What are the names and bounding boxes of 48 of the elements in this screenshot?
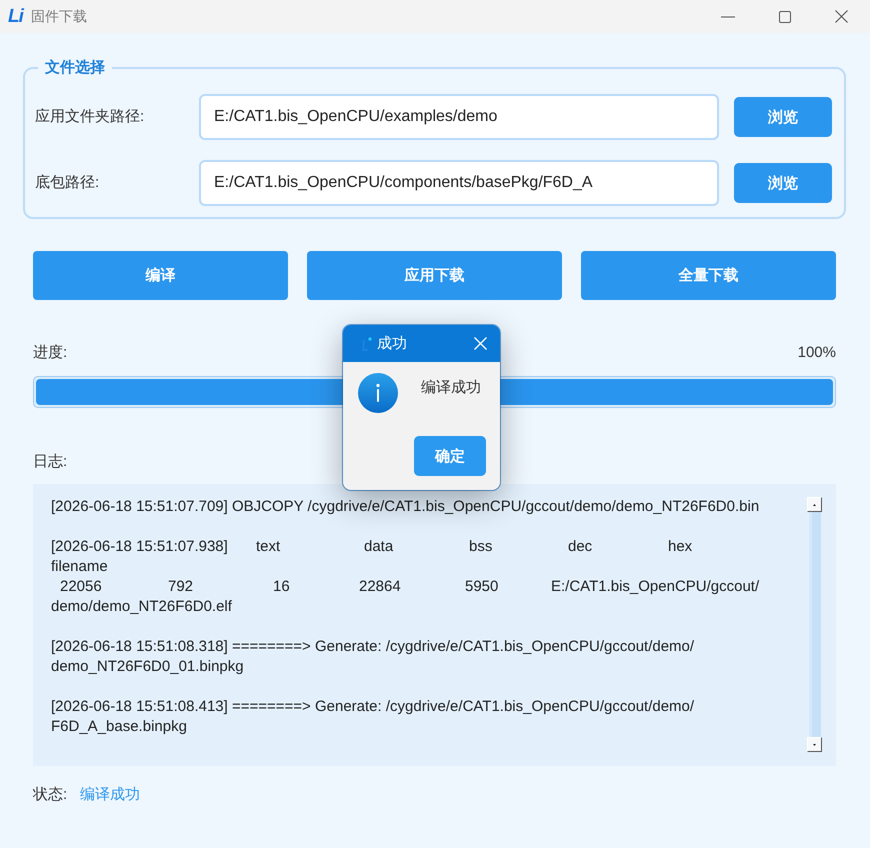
caret-up-icon (813, 504, 816, 506)
log-column-text: [2026-06-18 15:51:07.938] (51, 537, 229, 557)
log-column-text: 22056 (60, 577, 103, 597)
ok-button[interactable]: 确定 (414, 436, 486, 476)
maximize-icon[interactable] (778, 10, 790, 22)
scroll-up-button[interactable] (807, 497, 822, 512)
log-column-text: dec (568, 537, 594, 557)
app-logo: Li (8, 7, 23, 26)
action-button[interactable]: 全量下载 (581, 251, 836, 300)
log-line: F6D_A_base.binpkg (51, 717, 188, 737)
progress-reading: 100% (798, 343, 836, 363)
log-column-text: 792 (168, 577, 194, 597)
status-label: 状态: (33, 785, 68, 805)
log-column-text: text (256, 537, 282, 557)
log-line: [2026-06-18 15:51:07.709] OBJCOPY /cygdrive/e/CAT1.bis_OpenCPU/gccout/demo/demo_NT26F6D0.bin (51, 497, 760, 517)
close-icon[interactable] (835, 10, 848, 23)
log-column-text: 16 (273, 577, 291, 597)
browse-button[interactable]: 浏览 (734, 163, 832, 203)
action-button[interactable]: 编译 (33, 251, 288, 300)
path-input[interactable]: E:/CAT1.bis_OpenCPU/examples/demo (199, 94, 719, 140)
log-line: filename (51, 557, 109, 577)
log-label: 日志: (33, 453, 68, 470)
app-icon (362, 336, 372, 350)
log-column-text: E:/CAT1.bis_OpenCPU/gccout/ (551, 577, 760, 597)
field-label: 应用文件夹路径: (35, 107, 146, 127)
log-line: demo_NT26F6D0_01.binpkg (51, 657, 245, 677)
field-label: 底包路径: (35, 173, 100, 193)
log-column-text: bss (469, 537, 494, 557)
scroll-down-button[interactable] (807, 737, 822, 752)
path-input[interactable]: E:/CAT1.bis_OpenCPU/components/basePkg/F6D_A (199, 160, 719, 206)
log-column-text: hex (668, 537, 692, 557)
dialog-title: 成功 (377, 334, 407, 354)
status-text: 编译成功 (80, 785, 140, 805)
log-column-text: data (364, 537, 394, 557)
log-column-text: 5950 (465, 577, 500, 597)
action-button[interactable]: 应用下载 (307, 251, 562, 300)
log-line: [2026-06-18 15:51:08.318] ========> Generate: /cygdrive/e/CAT1.bis_OpenCPU/gccout/demo/ (51, 637, 696, 657)
dialog-message: 编译成功 (421, 378, 481, 398)
log-line: demo/demo_NT26F6D0.elf (51, 597, 233, 617)
info-icon (358, 373, 398, 413)
browse-button[interactable]: 浏览 (734, 97, 832, 137)
progress-label: 进度: (33, 343, 68, 363)
minimize-icon[interactable] (720, 16, 734, 18)
log-line: [2026-06-18 15:51:08.413] ========> Generate: /cygdrive/e/CAT1.bis_OpenCPU/gccout/demo/ (51, 697, 696, 717)
caret-down-icon (813, 744, 816, 746)
group-title: 文件选择 (44, 58, 106, 78)
window-title: 固件下载 (30, 8, 87, 26)
log-column-text: 22864 (359, 577, 402, 597)
